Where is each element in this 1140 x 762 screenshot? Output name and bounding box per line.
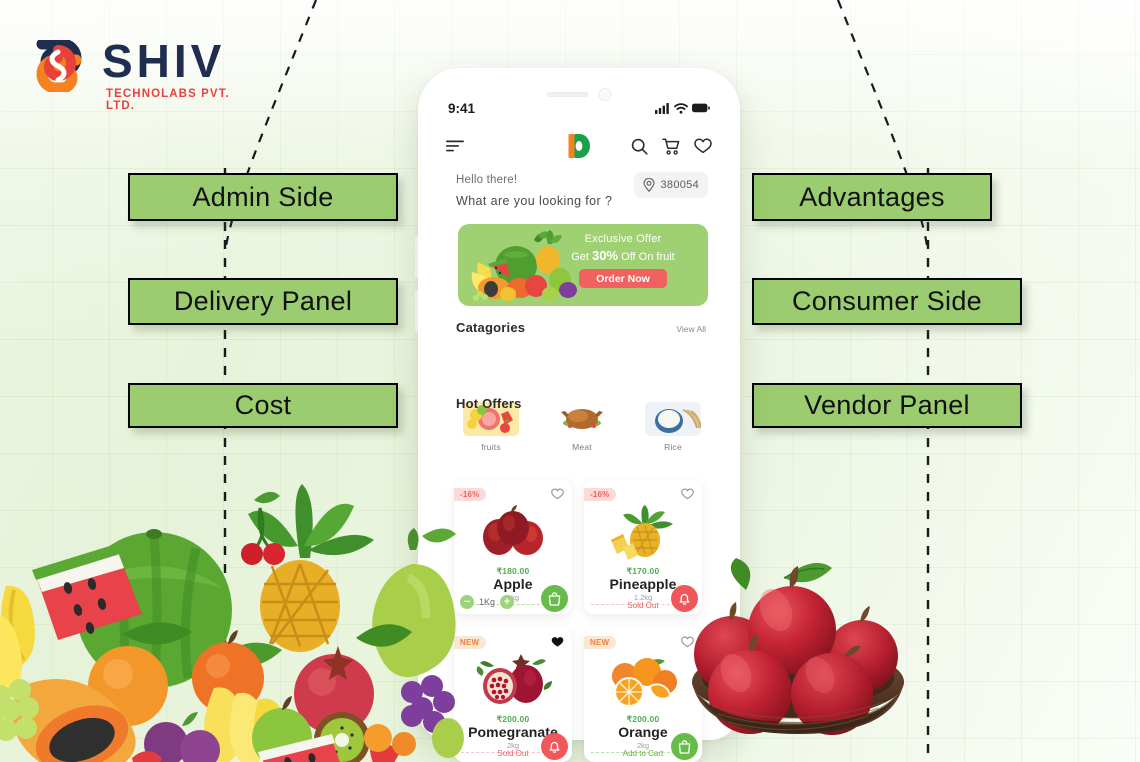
product-badge-orange: NEW	[584, 636, 617, 649]
poster-canvas: SHIV TECHNOLABS PVT. LTD. Admin Side Del…	[0, 0, 1140, 762]
label-consumer-side[interactable]: Consumer Side	[752, 278, 1022, 325]
pincode-text: 380054	[660, 179, 699, 191]
heart-filled-icon[interactable]	[551, 636, 564, 648]
notification-bell-icon	[549, 741, 560, 753]
label-cost[interactable]: Cost	[128, 383, 398, 428]
heart-outline-icon[interactable]	[681, 488, 694, 500]
banner-sub-prefix: Get	[571, 251, 593, 263]
greeting-line-2: What are you looking for ?	[456, 194, 613, 208]
greeting-line-1: Hello there!	[456, 174, 518, 186]
category-item-rice[interactable]: Rice	[636, 402, 710, 452]
hot-offers-title: Hot Offers	[456, 396, 522, 411]
status-time: 9:41	[448, 100, 476, 116]
assorted-fruits-illustration	[0, 484, 464, 762]
banner-title: Exclusive Offer	[584, 233, 662, 245]
label-advantages[interactable]: Advantages	[752, 173, 992, 221]
hamburger-menu-icon[interactable]	[446, 140, 464, 152]
label-advantages-text: Advantages	[799, 181, 945, 212]
heart-outline-icon[interactable]	[551, 488, 564, 500]
label-admin-side[interactable]: Admin Side	[128, 173, 398, 221]
cellular-bars-icon	[655, 102, 669, 114]
notify-me-button-pomegranate[interactable]	[541, 733, 568, 760]
app-header	[418, 128, 740, 164]
shopping-bag-icon	[548, 591, 561, 606]
wifi-icon	[674, 102, 688, 114]
banner-subtitle: Get 30% Off On fruit	[548, 248, 698, 263]
promo-banner[interactable]: Exclusive Offer Get 30% Off On fruit Ord…	[458, 224, 708, 306]
rice-bowl-icon	[645, 402, 701, 436]
label-cost-text: Cost	[234, 390, 292, 420]
greeting-block: Hello there! What are you looking for ?	[456, 174, 612, 208]
banner-sub-suffix: Off On fruit	[618, 251, 675, 263]
shiv-infinity-mark-icon	[36, 40, 82, 92]
label-delivery-panel[interactable]: Delivery Panel	[128, 278, 398, 325]
banner-text-block: Exclusive Offer Get 30% Off On fruit Ord…	[548, 233, 698, 288]
banner-discount: 30%	[592, 248, 619, 263]
location-pincode-chip[interactable]: 380054	[634, 172, 708, 198]
brand-name: SHIV	[102, 35, 226, 87]
add-to-cart-button-apple[interactable]	[541, 585, 568, 612]
earpiece-slot	[546, 92, 589, 97]
label-delivery-panel-text: Delivery Panel	[173, 286, 353, 316]
categories-view-all[interactable]: View All	[676, 324, 706, 334]
product-badge-pineapple: -16%	[584, 488, 617, 501]
heart-outline-icon[interactable]	[694, 138, 712, 154]
label-consumer-side-text: Consumer Side	[792, 286, 982, 316]
label-admin-side-text: Admin Side	[192, 181, 334, 212]
phone-volume-down-button	[415, 290, 418, 332]
app-logo-icon	[568, 134, 590, 158]
brand-tagline: TECHNOLABS PVT. LTD.	[106, 88, 230, 112]
search-icon[interactable]	[631, 138, 648, 155]
roast-chicken-icon	[554, 402, 610, 436]
location-pin-icon	[643, 178, 656, 192]
label-vendor-panel-text: Vendor Panel	[804, 390, 970, 420]
categories-title: Catagories	[456, 320, 526, 335]
apples-in-wooden-bowl-photo	[692, 558, 904, 735]
shopping-cart-icon[interactable]	[662, 137, 680, 155]
status-bar: 9:41	[418, 98, 740, 118]
order-now-button[interactable]: Order Now	[579, 269, 667, 288]
category-item-meat[interactable]: Meat	[545, 402, 619, 452]
battery-full-icon	[692, 103, 710, 113]
phone-volume-button	[415, 236, 418, 278]
label-vendor-panel[interactable]: Vendor Panel	[752, 383, 1022, 428]
company-logo: SHIV TECHNOLABS PVT. LTD.	[28, 35, 258, 112]
category-label-meat: Meat	[572, 442, 592, 452]
category-label-rice: Rice	[664, 442, 682, 452]
increment-button[interactable]: +	[500, 595, 515, 609]
